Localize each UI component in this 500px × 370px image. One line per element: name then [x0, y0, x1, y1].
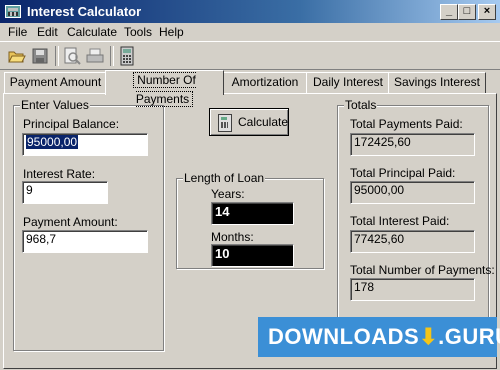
total-number-of-payments-label: Total Number of Payments: — [350, 263, 495, 277]
menu-help[interactable]: Help — [159, 25, 184, 39]
maximize-button[interactable]: □ — [458, 4, 476, 20]
watermark-left: DOWNLOADS — [268, 324, 420, 349]
toolbar — [0, 41, 500, 70]
print-icon[interactable] — [84, 46, 106, 66]
minimize-button[interactable]: _ — [440, 4, 458, 20]
tab-savings-interest[interactable]: Savings Interest — [388, 72, 486, 94]
calculate-button[interactable]: Calculate — [209, 108, 289, 136]
total-principal-paid-value: 95000,00 — [350, 181, 475, 204]
tab-number-of-payments[interactable]: Number Of Payments — [105, 70, 224, 107]
tab-amortization[interactable]: Amortization — [222, 72, 308, 94]
tab-payment-amount[interactable]: Payment Amount — [4, 72, 107, 94]
watermark-text: DOWNLOADS⬇.GURU — [268, 324, 500, 350]
menu-file[interactable]: File — [8, 25, 27, 39]
totals-title: Totals — [344, 98, 378, 112]
calculate-button-label: Calculate — [238, 115, 289, 129]
app-calculator-icon[interactable] — [5, 5, 21, 18]
enter-values-group: Enter Values Principal Balance: 95000,00… — [13, 98, 164, 351]
save-disk-icon[interactable] — [29, 46, 51, 66]
interest-rate-input[interactable]: 9 — [22, 181, 108, 204]
total-payments-paid-value: 172425,60 — [350, 133, 475, 156]
length-of-loan-title: Length of Loan — [183, 171, 266, 185]
watermark-right: .GURU — [438, 324, 500, 349]
menu-edit[interactable]: Edit — [37, 25, 58, 39]
years-label: Years: — [211, 187, 245, 201]
total-interest-paid-value: 77425,60 — [350, 230, 475, 253]
open-folder-icon[interactable] — [6, 46, 28, 66]
menu-tools[interactable]: Tools — [124, 25, 152, 39]
calculator-icon[interactable] — [116, 46, 138, 66]
principal-balance-value: 95000,00 — [26, 135, 79, 149]
total-principal-paid-label: Total Principal Paid: — [350, 166, 456, 180]
interest-rate-label: Interest Rate: — [23, 167, 96, 181]
downloads-guru-watermark: DOWNLOADS⬇.GURU — [258, 317, 500, 357]
menu-calculate[interactable]: Calculate — [67, 25, 117, 39]
enter-values-title: Enter Values — [20, 98, 90, 112]
months-label: Months: — [211, 230, 254, 244]
download-arrow-icon: ⬇ — [419, 324, 439, 349]
total-payments-paid-label: Total Payments Paid: — [350, 117, 463, 131]
principal-balance-label: Principal Balance: — [23, 117, 120, 131]
total-number-of-payments-value: 178 — [350, 278, 475, 301]
window-title: Interest Calculator — [27, 4, 142, 19]
close-button[interactable]: × — [478, 4, 496, 20]
years-value: 14 — [211, 202, 294, 225]
principal-balance-input[interactable]: 95000,00 — [22, 133, 148, 156]
menu-bar: File Edit Calculate Tools Help — [0, 23, 500, 41]
print-preview-icon[interactable] — [61, 46, 83, 66]
payment-amount-label: Payment Amount: — [23, 215, 118, 229]
totals-group: Totals Total Payments Paid: 172425,60 To… — [337, 98, 495, 351]
payment-amount-input[interactable]: 968,7 — [22, 230, 148, 253]
tab-daily-interest[interactable]: Daily Interest — [306, 72, 390, 94]
calculator-button-icon — [218, 114, 232, 132]
title-bar[interactable]: Interest Calculator _ □ × — [0, 0, 500, 23]
tab-number-of-payments-label: Number Of Payments — [133, 72, 196, 107]
months-value: 10 — [211, 244, 294, 267]
total-interest-paid-label: Total Interest Paid: — [350, 214, 450, 228]
length-of-loan-group: Length of Loan Years: 14 Months: 10 — [176, 171, 324, 269]
